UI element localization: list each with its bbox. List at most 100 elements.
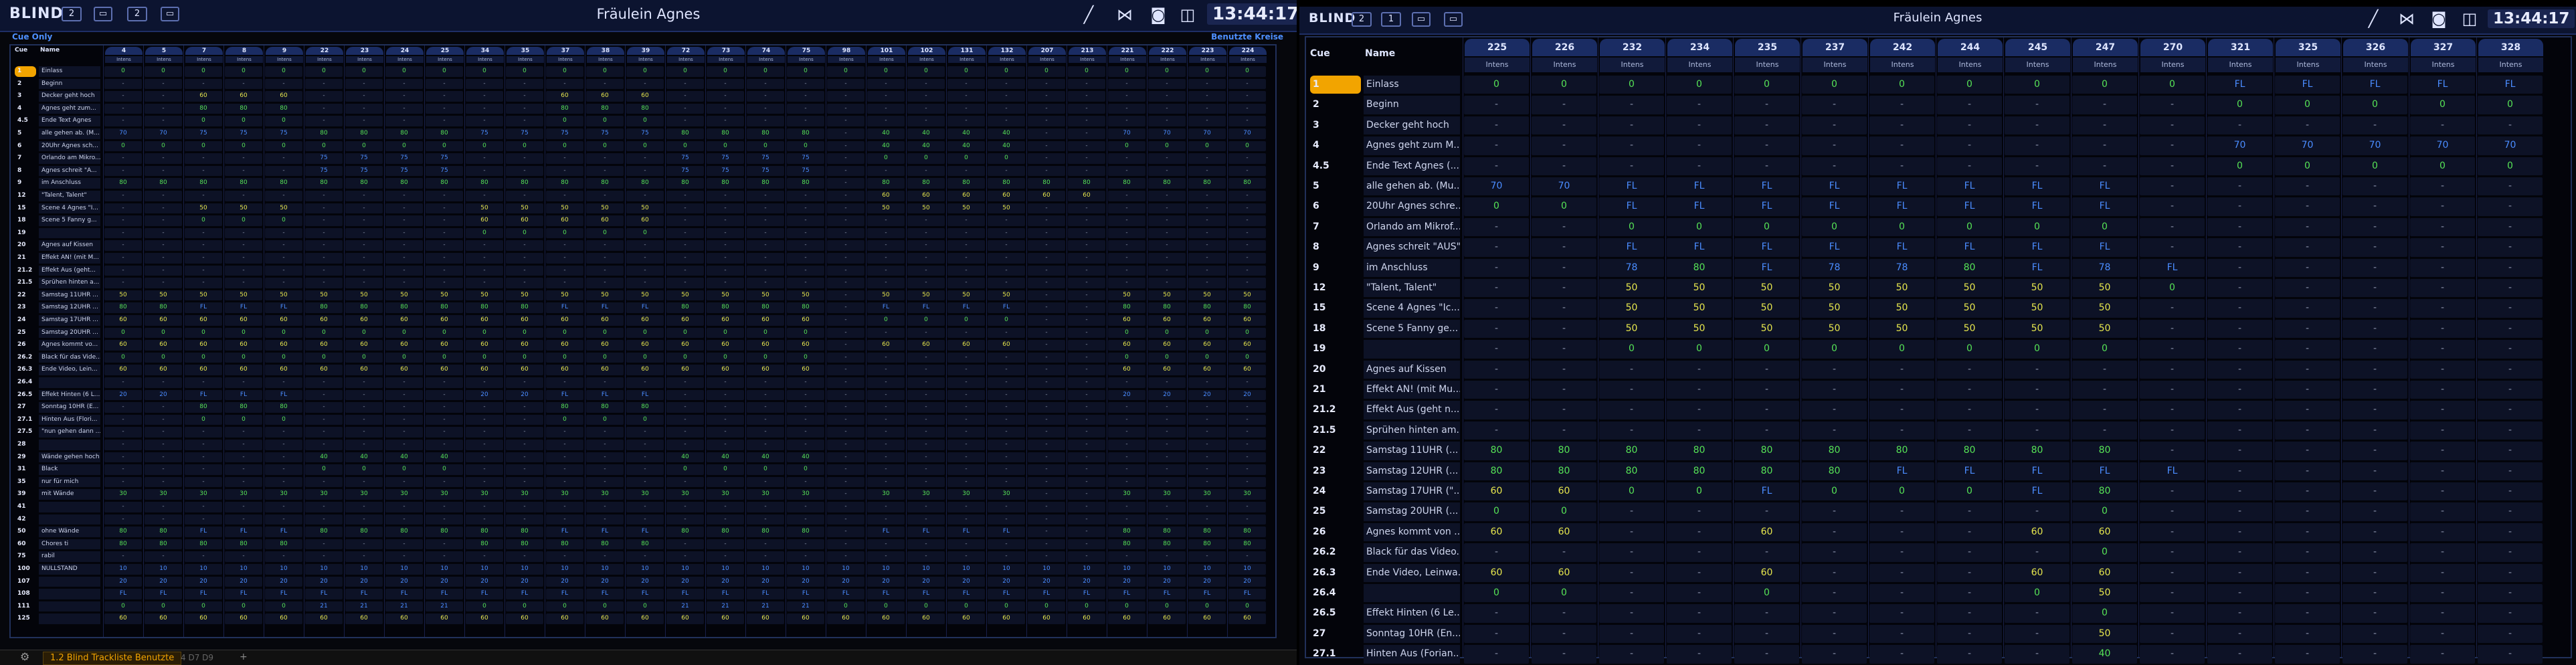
channel-level[interactable]: -	[786, 440, 826, 450]
cue-name[interactable]: Effekt AN! (mit Mu...	[1364, 381, 1460, 399]
channel-level[interactable]: -	[1733, 361, 1801, 379]
channel-level[interactable]: -	[1227, 166, 1267, 177]
channel-level[interactable]: -	[143, 514, 183, 525]
channel-level[interactable]: -	[1107, 377, 1147, 388]
channel-level[interactable]: -	[786, 215, 826, 226]
channel-level[interactable]: 60	[826, 613, 866, 624]
cue-row[interactable]: 26.2 Black für das Vide... 0 0 0 0 0 0 0 0 0 0 0 0 0 0 0…	[11, 352, 1275, 365]
channel-level[interactable]: -	[2409, 543, 2476, 561]
channel-level[interactable]: 0	[986, 601, 1026, 612]
channel-level[interactable]: 20	[625, 577, 665, 587]
channel-level[interactable]: 0	[625, 601, 665, 612]
cue-row[interactable]: 21.2 Effekt Aus (geht n... - - - - - - - - - - - - - - -…	[1306, 400, 2571, 420]
channel-level[interactable]: 0	[705, 141, 745, 152]
channel-level[interactable]: -	[384, 551, 424, 562]
channel-level[interactable]: -	[946, 551, 986, 562]
channel-level[interactable]: -	[2206, 625, 2274, 643]
channel-level[interactable]: 30	[786, 489, 826, 500]
channel-level[interactable]: -	[424, 228, 464, 239]
channel-level[interactable]: 0	[1665, 340, 1733, 358]
channel-level[interactable]: -	[705, 551, 745, 562]
channel-header[interactable]: 8	[225, 47, 263, 55]
channel-level[interactable]: -	[786, 228, 826, 239]
channel-level[interactable]: 10	[1227, 564, 1267, 575]
channel-level[interactable]: -	[2138, 238, 2206, 256]
channel-level[interactable]: -	[2071, 96, 2138, 114]
channel-level[interactable]: -	[1227, 452, 1267, 463]
channel-level[interactable]: 20	[143, 390, 183, 401]
channel-level[interactable]: -	[906, 253, 946, 264]
channel-level[interactable]: 80	[103, 178, 143, 189]
channel-level[interactable]: -	[705, 253, 745, 264]
channel-level[interactable]: 75	[665, 153, 705, 164]
cue-row[interactable]: 20 Agnes auf Kissen - - - - - - - - - - - - - - - -	[1306, 360, 2571, 380]
channel-level[interactable]: -	[2206, 299, 2274, 317]
channel-level[interactable]: 0	[946, 315, 986, 326]
channel-level[interactable]: -	[1463, 320, 1530, 338]
cue-row[interactable]: 21 Effekt AN! (mit M... - - - - - - - - - - - - - - - - - -…	[11, 252, 1275, 265]
channel-level[interactable]: 0	[585, 141, 625, 152]
channel-level[interactable]: 60	[2071, 564, 2138, 582]
channel-level[interactable]: FL	[1733, 197, 1801, 215]
channel-level[interactable]: -	[1665, 543, 1733, 561]
channel-level[interactable]: 75	[705, 166, 745, 177]
channel-level[interactable]: -	[183, 79, 223, 90]
channel-level[interactable]: -	[1801, 625, 1868, 643]
channel-level[interactable]: -	[786, 253, 826, 264]
channel-level[interactable]: -	[986, 365, 1026, 375]
channel-level[interactable]: -	[1868, 564, 1936, 582]
channel-level[interactable]: -	[223, 253, 264, 264]
channel-level[interactable]: -	[1665, 625, 1733, 643]
channel-level[interactable]: -	[1598, 116, 1665, 134]
channel-level[interactable]: 60	[1733, 564, 1801, 582]
cue-row[interactable]: 27.1 Hinten Aus (Flori... - -0 0 0- - - - - -0 0 0- -…	[11, 414, 1275, 427]
channel-level[interactable]: FL	[1665, 238, 1733, 256]
channel-level[interactable]: 80	[665, 178, 705, 189]
channel-level[interactable]: 20	[264, 577, 304, 587]
channel-level[interactable]: 0	[585, 116, 625, 126]
channel-level[interactable]: 20	[384, 577, 424, 587]
channel-level[interactable]: 10	[384, 564, 424, 575]
channel-level[interactable]: -	[2341, 523, 2409, 541]
channel-level[interactable]: 30	[906, 489, 946, 500]
channel-level[interactable]: -	[424, 502, 464, 512]
channel-level[interactable]: -	[1067, 228, 1107, 239]
channel-level[interactable]: 80	[545, 402, 585, 413]
channel-level[interactable]: -	[1187, 278, 1227, 288]
channel-level[interactable]: FL	[1733, 259, 1801, 277]
channel-level[interactable]: -	[826, 79, 866, 90]
channel-level[interactable]: 20	[786, 577, 826, 587]
channel-level[interactable]: -	[1026, 551, 1067, 562]
channel-level[interactable]: 80	[103, 302, 143, 313]
channel-level[interactable]: 20	[986, 577, 1026, 587]
channel-level[interactable]: 60	[705, 613, 745, 624]
channel-level[interactable]: 50	[504, 290, 545, 301]
channel-level[interactable]: 80	[1147, 527, 1187, 537]
channel-level[interactable]: -	[1227, 215, 1267, 226]
channel-level[interactable]: 0	[344, 66, 384, 77]
channel-level[interactable]: -	[1067, 128, 1107, 139]
channel-level[interactable]: -	[2341, 584, 2409, 602]
cue-row[interactable]: 29 Wände gehen hoch - - - - -40 40 40 40- - - - -40 40…	[11, 452, 1275, 464]
channel-level[interactable]: 50	[223, 290, 264, 301]
channel-level[interactable]: 60	[1187, 365, 1227, 375]
channel-level[interactable]: -	[906, 477, 946, 488]
channel-level[interactable]: -	[384, 402, 424, 413]
channel-level[interactable]: 75	[504, 128, 545, 139]
channel-level[interactable]: -	[504, 514, 545, 525]
channel-level[interactable]: -	[1187, 452, 1227, 463]
channel-level[interactable]: -	[223, 79, 264, 90]
channel-level[interactable]: -	[143, 104, 183, 114]
channel-level[interactable]: 80	[1801, 462, 1868, 480]
cue-name[interactable]: Agnes schreit "A...	[39, 165, 100, 177]
channel-level[interactable]: -	[826, 191, 866, 201]
cue-name[interactable]: Effekt Aus (geht n...	[1364, 401, 1460, 419]
channel-level[interactable]: 0	[2071, 543, 2138, 561]
channel-level[interactable]: -	[826, 166, 866, 177]
channel-level[interactable]: 0	[1598, 340, 1665, 358]
channel-header[interactable]: 73	[707, 47, 745, 55]
channel-level[interactable]: -	[866, 539, 906, 550]
channel-level[interactable]: -	[1665, 381, 1733, 399]
channel-level[interactable]: 30	[344, 489, 384, 500]
channel-level[interactable]: 0	[1530, 584, 1598, 602]
